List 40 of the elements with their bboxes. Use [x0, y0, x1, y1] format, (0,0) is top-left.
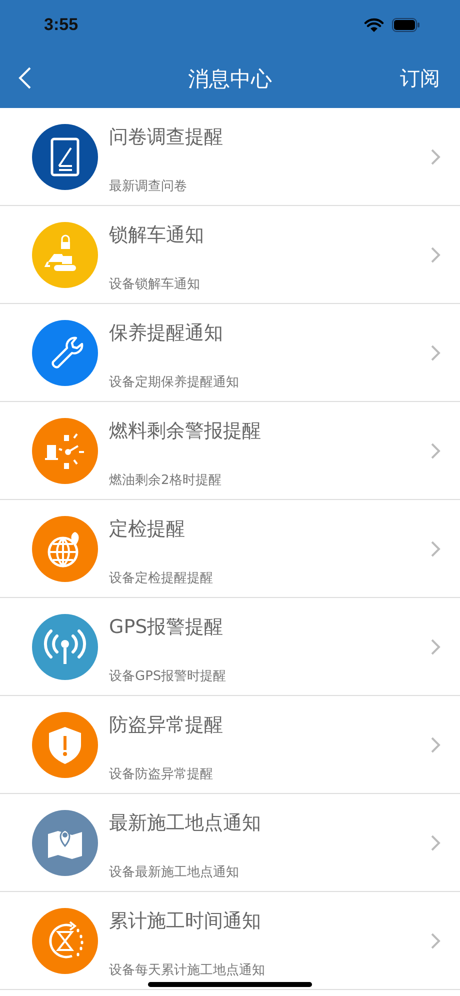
wifi-icon: [364, 18, 384, 32]
chevron-icon: [430, 344, 442, 362]
item-title: 最新施工地点通知: [109, 811, 262, 836]
chevron-icon: [430, 638, 442, 656]
item-title: 累计施工时间通知: [109, 909, 262, 934]
item-title: 锁解车通知: [109, 223, 205, 248]
item-title: 防盗异常提醒: [109, 713, 224, 738]
item-subtitle: 设备GPS报警时提醒: [109, 668, 228, 685]
item-subtitle: 最新调查问卷: [109, 178, 188, 195]
item-title: GPS报警提醒: [109, 615, 224, 640]
status-time: 3:55: [44, 15, 80, 35]
item-title: 保养提醒通知: [109, 321, 224, 346]
message-category-item[interactable]: 保养提醒通知 设备定期保养提醒通知: [0, 304, 460, 402]
chevron-icon: [430, 932, 442, 950]
item-subtitle: 设备防盗异常提醒: [109, 766, 214, 783]
battery-icon: [392, 18, 420, 32]
message-category-item[interactable]: 防盗异常提醒 设备防盗异常提醒: [0, 696, 460, 794]
item-subtitle: 设备最新施工地点通知: [109, 864, 240, 881]
message-category-item[interactable]: 最新施工地点通知 设备最新施工地点通知: [0, 794, 460, 892]
chevron-icon: [430, 148, 442, 166]
item-title: 燃料剩余警报提醒: [109, 419, 262, 444]
chevron-icon: [430, 834, 442, 852]
chevron-icon: [430, 736, 442, 754]
item-title: 问卷调查提醒: [109, 125, 224, 150]
message-category-item[interactable]: 燃料剩余警报提醒 燃油剩余2格时提醒: [0, 402, 460, 500]
item-subtitle: 设备定期保养提醒通知: [109, 374, 240, 391]
message-category-item[interactable]: GPS报警提醒 设备GPS报警时提醒: [0, 598, 460, 696]
chevron-icon: [430, 442, 442, 460]
item-subtitle: 设备锁解车通知: [109, 276, 201, 293]
item-subtitle: 设备每天累计施工地点通知: [109, 962, 266, 979]
page-title: 消息中心: [188, 66, 272, 93]
item-subtitle: 设备定检提醒提醒: [109, 570, 214, 587]
subscribe-button[interactable]: 订阅: [400, 65, 440, 92]
message-category-item[interactable]: 锁解车通知 设备锁解车通知: [0, 206, 460, 304]
chevron-icon: [430, 540, 442, 558]
chevron-icon: [430, 246, 442, 264]
message-category-item[interactable]: 问卷调查提醒 最新调查问卷: [0, 108, 460, 206]
item-title: 定检提醒: [109, 517, 186, 542]
item-subtitle: 燃油剩余2格时提醒: [109, 472, 222, 489]
message-category-item[interactable]: 定检提醒 设备定检提醒提醒: [0, 500, 460, 598]
